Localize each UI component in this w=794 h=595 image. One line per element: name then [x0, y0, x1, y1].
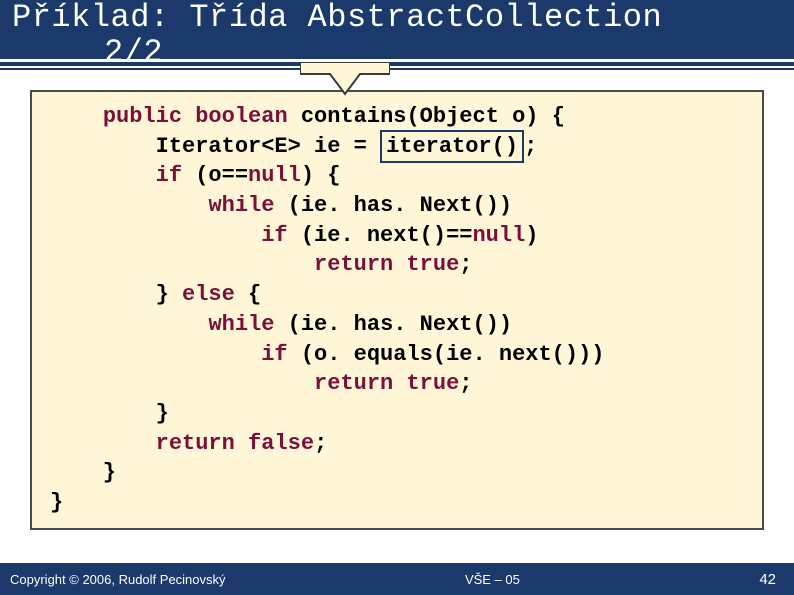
code-line-6: return true;	[50, 250, 744, 280]
slide-header: Příklad: Třída AbstractCollection 2/2	[0, 0, 794, 70]
code-block: public boolean contains(Object o) { Iter…	[30, 90, 764, 530]
code-line-13: }	[50, 458, 744, 488]
code-line-7: } else {	[50, 280, 744, 310]
footer-page-number: 42	[759, 571, 794, 588]
code-line-8: while (ie. has. Next())	[50, 310, 744, 340]
header-rule-thick	[0, 59, 794, 62]
code-line-12: return false;	[50, 429, 744, 459]
code-line-2: Iterator<E> ie = iterator();	[50, 132, 744, 162]
code-line-11: }	[50, 399, 744, 429]
title-line-1: Příklad: Třída AbstractCollection	[12, 0, 662, 36]
code-line-10: return true;	[50, 369, 744, 399]
header-rule-thin	[0, 66, 794, 68]
footer-center: VŠE – 05	[226, 572, 760, 587]
slide-footer: Copyright © 2006, Rudolf Pecinovský VŠE …	[0, 563, 794, 595]
code-line-4: while (ie. has. Next())	[50, 191, 744, 221]
code-line-14: }	[50, 488, 744, 518]
code-line-9: if (o. equals(ie. next()))	[50, 340, 744, 370]
code-line-5: if (ie. next()==null)	[50, 221, 744, 251]
footer-copyright: Copyright © 2006, Rudolf Pecinovský	[0, 572, 226, 587]
code-line-1: public boolean contains(Object o) {	[50, 102, 744, 132]
code-line-3: if (o==null) {	[50, 161, 744, 191]
highlighted-iterator: iterator()	[380, 130, 524, 164]
callout-arrow-icon	[300, 62, 390, 92]
